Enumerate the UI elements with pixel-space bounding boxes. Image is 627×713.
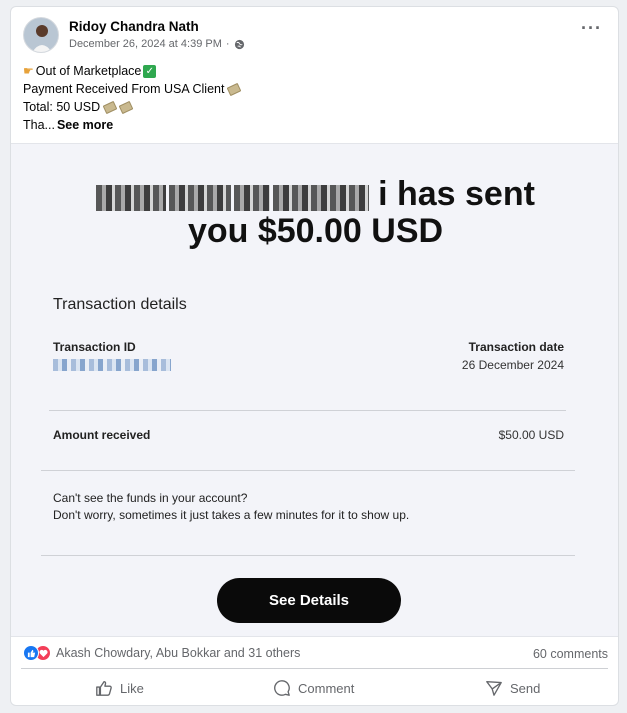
comment-bubble-icon (274, 680, 290, 696)
amount-received-label: Amount received (53, 428, 151, 442)
post-text-line: Total: 50 USD (23, 98, 240, 116)
post-text: ☛ Out of Marketplace ✓ Payment Received … (23, 62, 242, 134)
money-icon (227, 82, 242, 96)
reactors-text[interactable]: Akash Chowdary, Abu Bokkar and 31 others (56, 646, 300, 660)
post-text-line: ☛ Out of Marketplace ✓ (23, 62, 240, 80)
checkmark-icon: ✓ (143, 64, 157, 78)
like-label: Like (120, 680, 144, 696)
receipt-amount-headline: you $50.00 USD (187, 212, 444, 250)
transaction-id-label: Transaction ID (53, 340, 136, 354)
help-text: Can't see the funds in your account? Don… (53, 491, 410, 522)
send-icon (486, 681, 502, 696)
send-button[interactable]: Send (485, 675, 540, 701)
see-details-button[interactable]: See Details (217, 578, 401, 623)
transaction-date-label: Transaction date (468, 340, 564, 354)
post-meta: December 26, 2024 at 4:39 PM · (69, 38, 245, 50)
post-text-line: Tha... See more (23, 116, 114, 134)
reactions-summary[interactable]: Akash Chowdary, Abu Bokkar and 31 others (23, 645, 300, 661)
money-icon (118, 100, 134, 114)
post-header: Ridoy Chandra Nath December 26, 2024 at … (21, 15, 608, 59)
author-name[interactable]: Ridoy Chandra Nath (69, 19, 199, 34)
comments-count[interactable]: 60 comments (533, 647, 608, 661)
transaction-section-title: Transaction details (53, 296, 187, 313)
divider (21, 668, 608, 669)
meta-separator: · (225, 38, 230, 50)
post-card: Ridoy Chandra Nath December 26, 2024 at … (10, 6, 619, 706)
divider (41, 555, 575, 556)
post-text-line: Payment Received From USA Client (23, 80, 242, 98)
globe-icon (234, 39, 244, 49)
receipt-headline: i has sent (11, 174, 618, 216)
ellipsis-icon: ··· (581, 18, 602, 38)
pointing-hand-icon: ☛ (23, 64, 34, 78)
post-timestamp[interactable]: December 26, 2024 at 4:39 PM (69, 38, 222, 50)
divider (41, 470, 575, 471)
transaction-date-value: 26 December 2024 (461, 358, 564, 372)
comment-label: Comment (298, 680, 355, 696)
money-icon (102, 100, 118, 114)
send-label: Send (510, 680, 541, 696)
like-reaction-icon (23, 645, 39, 661)
amount-received-value: $50.00 USD (498, 428, 564, 442)
like-button[interactable]: Like (95, 675, 144, 701)
see-more-link[interactable]: See more (57, 116, 113, 134)
avatar[interactable] (23, 17, 59, 53)
post-image[interactable]: i has sent you $50.00 USD Transaction de… (11, 143, 618, 637)
more-options-button[interactable]: ··· (581, 19, 602, 37)
divider (49, 410, 566, 411)
comment-button[interactable]: Comment (273, 675, 354, 701)
redacted-transaction-id[interactable] (53, 359, 171, 371)
thumbs-up-icon (96, 681, 112, 696)
